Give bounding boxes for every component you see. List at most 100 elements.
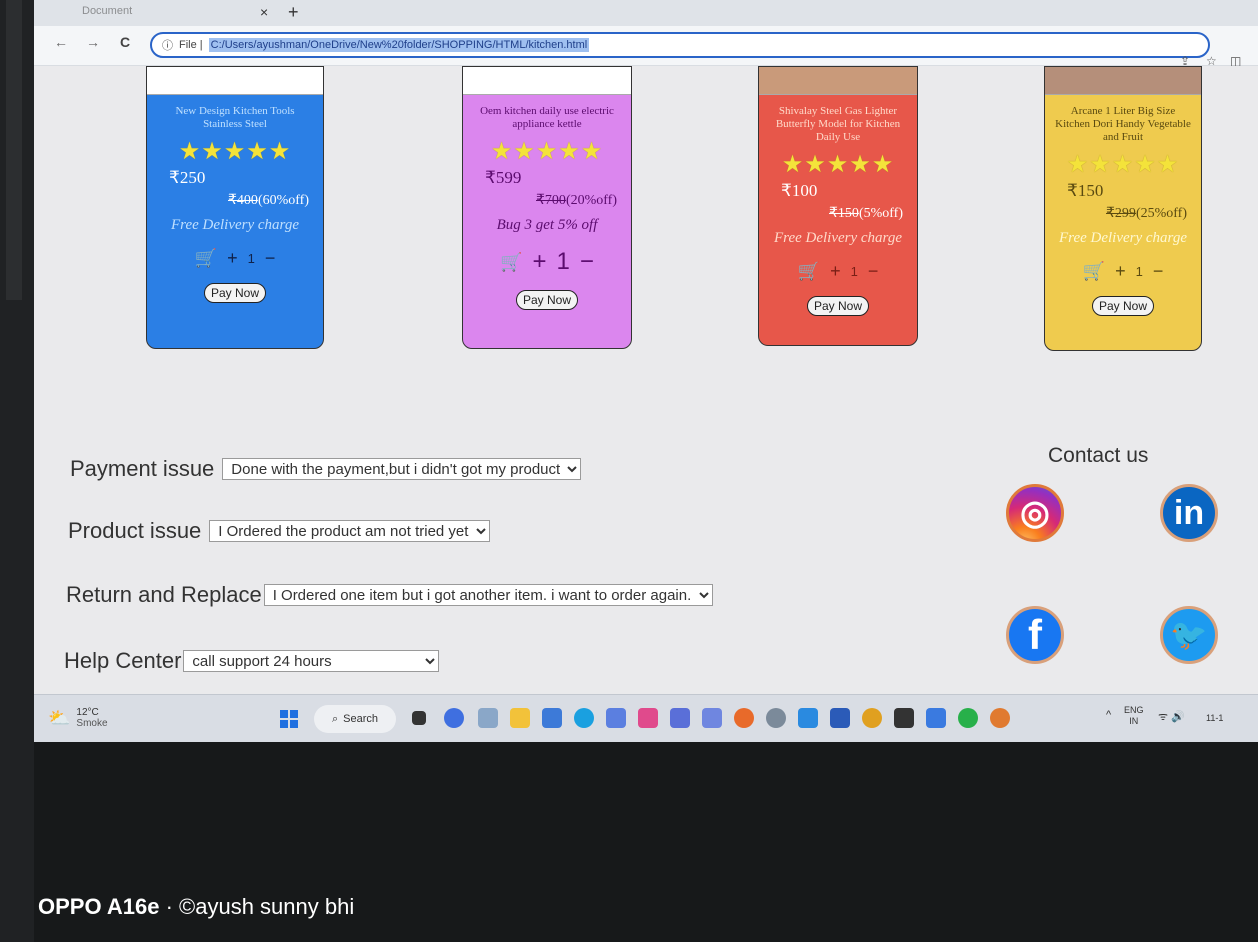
payment-issue-select[interactable]: Done with the payment,but i didn't got m…	[222, 458, 582, 480]
word-icon[interactable]	[830, 708, 850, 728]
quantity-controls: 🛒 + 1 −	[147, 248, 323, 269]
payment-issue-label: Payment issue	[70, 456, 215, 481]
taskbar-search[interactable]: ⌕ Search	[314, 705, 396, 733]
instagram-app-icon[interactable]	[638, 708, 658, 728]
instagram-icon[interactable]: ◎	[1006, 484, 1064, 542]
firefox-icon[interactable]	[734, 708, 754, 728]
widgets-app-icon[interactable]	[478, 708, 498, 728]
facebook-glyph: f	[1028, 611, 1042, 658]
url-text[interactable]: C:/Users/ayushman/OneDrive/New%20folder/…	[208, 38, 590, 52]
pay-now-button[interactable]: Pay Now	[1091, 296, 1155, 316]
offer-text: Free Delivery charge	[171, 217, 299, 233]
minus-button[interactable]: −	[265, 248, 276, 269]
quantity-value: 1	[556, 248, 570, 275]
linkedin-glyph: in	[1173, 493, 1205, 532]
offer-text: Bug 3 get 5% off	[496, 217, 598, 233]
minus-button[interactable]: −	[868, 261, 879, 282]
photos-icon[interactable]	[926, 708, 946, 728]
quantity-controls: 🛒 + 1 −	[759, 261, 917, 282]
windows-start-icon[interactable]	[280, 710, 298, 728]
windows-taskbar: ⛅ 12°C Smoke ⌕ Search ^ ENG IN ᯤ 🔊 11-1	[34, 694, 1258, 742]
old-price-row: ₹150(5%off)	[759, 205, 917, 222]
app-icon[interactable]	[606, 708, 626, 728]
facebook-icon[interactable]: f	[1006, 606, 1064, 664]
notion-icon[interactable]	[894, 708, 914, 728]
offer-text: Free Delivery charge	[774, 230, 902, 246]
task-view-icon[interactable]	[412, 711, 426, 725]
return-replace-select[interactable]: I Ordered one item but i got another ite…	[263, 584, 713, 606]
quantity-controls: 🛒 + 1 −	[463, 248, 631, 276]
rating-stars-icon: ★★★★★	[1066, 152, 1180, 178]
return-replace-row: Return and Replace I Ordered one item bu…	[66, 582, 713, 608]
product-name: Arcane 1 Liter Big Size Kitchen Dori Han…	[1055, 105, 1191, 143]
weather-widget[interactable]: ⛅ 12°C Smoke	[48, 707, 108, 729]
plus-button[interactable]: +	[227, 248, 238, 269]
wifi-volume-icon[interactable]: ᯤ 🔊	[1158, 709, 1185, 724]
plus-button[interactable]: +	[830, 261, 841, 282]
minus-button[interactable]: −	[1153, 261, 1164, 282]
store-app-icon[interactable]	[542, 708, 562, 728]
watermark-device: OPPO A16e	[38, 894, 160, 919]
region-code: IN	[1129, 716, 1139, 726]
twitter-icon[interactable]: 🐦	[1160, 606, 1218, 664]
monitor-bezel	[0, 0, 34, 942]
new-tab-button[interactable]: +	[288, 2, 299, 23]
clock[interactable]: 11-1	[1206, 713, 1223, 723]
file-explorer-icon[interactable]	[510, 708, 530, 728]
search-icon: ⌕	[331, 712, 339, 725]
plus-button[interactable]: +	[1115, 261, 1126, 282]
instagram-glyph: ◎	[1020, 494, 1050, 532]
edge-browser-icon[interactable]	[574, 708, 594, 728]
quantity-value: 1	[1135, 264, 1143, 279]
reload-icon[interactable]: C	[120, 34, 130, 50]
whatsapp-icon[interactable]	[958, 708, 978, 728]
cart-icon[interactable]: 🛒	[1083, 261, 1105, 282]
product-image	[147, 67, 323, 95]
plus-button[interactable]: +	[533, 248, 547, 276]
product-image	[463, 67, 631, 95]
chrome-icon[interactable]	[990, 708, 1010, 728]
product-issue-select[interactable]: I Ordered the product am not tried yet	[209, 520, 491, 542]
linkedin-icon[interactable]: in	[1160, 484, 1218, 542]
address-bar[interactable]: ⓘ File | C:/Users/ayushman/OneDrive/New%…	[150, 32, 1210, 58]
contact-title: Contact us	[1048, 444, 1149, 467]
old-price: ₹700	[536, 193, 566, 208]
discount: (60%off)	[257, 193, 309, 208]
vscode-icon[interactable]	[798, 708, 818, 728]
kitchen-page: New Design Kitchen Tools Stainless Steel…	[34, 66, 1258, 694]
product-price: ₹150	[1067, 181, 1104, 200]
minus-button[interactable]: −	[580, 248, 594, 276]
help-center-select[interactable]: call support 24 hours	[183, 650, 440, 672]
old-price-row: ₹400(60%off)	[147, 192, 323, 209]
discount: (5%off)	[858, 206, 903, 221]
language-indicator[interactable]: ENG IN	[1124, 705, 1144, 727]
settings-gear-icon[interactable]	[766, 708, 786, 728]
pay-now-button[interactable]: Pay Now	[203, 283, 267, 303]
language-code: ENG	[1124, 705, 1144, 715]
chat-app-icon[interactable]	[444, 708, 464, 728]
pay-now-button[interactable]: Pay Now	[806, 296, 870, 316]
product-price: ₹599	[485, 168, 522, 187]
app-icon[interactable]	[670, 708, 690, 728]
return-replace-label: Return and Replace	[66, 582, 262, 607]
pay-now-button[interactable]: Pay Now	[515, 290, 579, 310]
cart-icon[interactable]: 🛒	[500, 252, 522, 273]
cart-icon[interactable]: 🛒	[798, 261, 820, 282]
old-price: ₹150	[829, 206, 859, 221]
app-icon[interactable]	[702, 708, 722, 728]
browser-tab[interactable]: Document ×	[74, 0, 324, 22]
product-card: Oem kitchen daily use electric appliance…	[462, 66, 632, 349]
help-center-row: Help Center call support 24 hours	[64, 648, 440, 674]
product-card: Shivalay Steel Gas Lighter Butterfly Mod…	[758, 66, 918, 346]
product-name: New Design Kitchen Tools Stainless Steel	[175, 105, 295, 130]
cart-icon[interactable]: 🛒	[195, 248, 217, 269]
old-price-row: ₹700(20%off)	[463, 192, 631, 209]
watermark-credit: · ©ayush sunny bhi	[159, 894, 355, 919]
tray-overflow-icon[interactable]: ^	[1106, 709, 1111, 721]
weather-condition: Smoke	[76, 718, 108, 729]
close-tab-icon[interactable]: ×	[260, 4, 268, 20]
product-image	[1045, 67, 1201, 95]
back-arrow-icon[interactable]: ←	[54, 34, 68, 50]
forward-arrow-icon[interactable]: →	[86, 34, 100, 50]
chrome-icon[interactable]	[862, 708, 882, 728]
